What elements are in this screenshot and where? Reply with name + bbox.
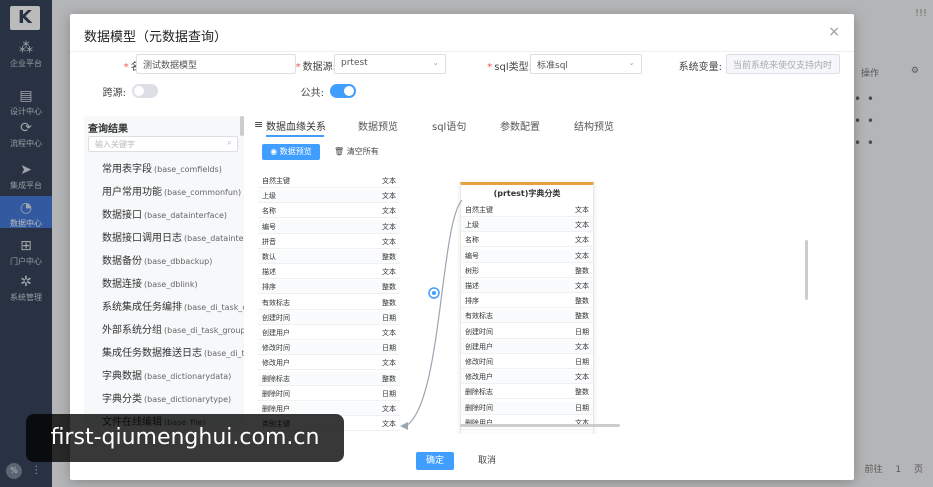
table-list-item[interactable]: 系统集成任务编排(base_di_task_ch	[102, 298, 244, 313]
watermark: first-qiumenghui.com.cn	[26, 414, 344, 462]
datasource-value: prtest	[341, 58, 368, 68]
lineage-edge	[405, 199, 463, 427]
table-list-item[interactable]: 集成任务数据推送日志(base_di_tas	[102, 344, 244, 359]
canvas-horizontal-scrollbar[interactable]	[460, 424, 620, 427]
edge-arrow	[400, 422, 408, 430]
datasource-label: * 数据源:	[295, 62, 336, 73]
clear-all-button[interactable]: 🗑 清空所有	[334, 144, 382, 160]
table-list-item[interactable]: 数据接口调用日志(base_datainterfa	[102, 229, 244, 244]
table-physical-name: (base_comfields)	[154, 165, 222, 174]
sqltype-value: 标准sql	[537, 61, 568, 71]
dialog-header: 数据模型（元数据查询）	[70, 14, 854, 52]
name-input[interactable]: 测试数据模型	[136, 54, 296, 74]
table-list-item[interactable]: 外部系统分组 (base_di_task_group)	[102, 321, 244, 336]
public-label: 公共:	[300, 88, 324, 99]
active-tab-indicator	[266, 135, 324, 137]
public-toggle[interactable]	[330, 84, 356, 98]
confirm-button[interactable]: 确定	[416, 452, 454, 470]
trash-icon: 🗑	[334, 147, 345, 156]
table-physical-name: (base_commonfun)	[164, 188, 242, 197]
tab-2[interactable]: sql语句	[432, 118, 466, 133]
dialog-title: 数据模型（元数据查询）	[84, 30, 228, 45]
query-result-title: 查询结果	[88, 124, 128, 135]
cross-source-toggle[interactable]	[132, 84, 158, 98]
sqltype-label: * sql类型:	[487, 62, 532, 73]
tab-4[interactable]: 结构预览	[574, 118, 614, 133]
table-physical-name: (base_dictionarytype)	[144, 395, 232, 404]
lineage-connector	[400, 199, 463, 430]
table-list-item[interactable]: 数据备份 (base_dbbackup)	[102, 252, 212, 267]
sysvar-input[interactable]: 当前系统来使仅支持内时	[726, 54, 840, 74]
table-list-item[interactable]: 常用表字段 (base_comfields)	[102, 160, 222, 175]
table-display-name: 系统集成任务编排	[102, 302, 182, 313]
sqltype-select[interactable]: 标准sql ⌄	[530, 54, 642, 74]
tab-0[interactable]: 数据血缘关系	[266, 118, 326, 133]
table-physical-name: (base_datainterface)	[144, 211, 228, 220]
data-model-dialog: 数据模型（元数据查询） × *名称: 测试数据模型 *数据源: prtest ⌄…	[70, 14, 854, 480]
table-physical-name: (base_di_tas	[204, 349, 244, 358]
sysvar-label: 系统变量:	[678, 62, 722, 73]
search-placeholder: 输入关键字	[95, 140, 135, 149]
table-display-name: 数据接口调用日志	[102, 233, 182, 244]
list-scrollbar[interactable]	[240, 116, 244, 136]
table-display-name: 用户常用功能	[102, 187, 162, 198]
table-physical-name: (base_datainterfa	[184, 234, 244, 243]
cross-source-label: 跨源:	[102, 88, 126, 99]
table-display-name: 数据连接	[102, 279, 142, 290]
table-list-item[interactable]: 数据接口 (base_datainterface)	[102, 206, 227, 221]
table-list-item[interactable]: 字典分类 (base_dictionarytype)	[102, 390, 231, 405]
menu-icon[interactable]: ≡	[254, 118, 263, 131]
table-display-name: 字典分类	[102, 394, 142, 405]
table-display-name: 数据备份	[102, 256, 142, 267]
table-display-name: 集成任务数据推送日志	[102, 348, 202, 359]
table-physical-name: (base_dictionarydata)	[144, 372, 232, 381]
table-list-item[interactable]: 字典数据 (base_dictionarydata)	[102, 367, 231, 382]
table-display-name: 数据接口	[102, 210, 142, 221]
table-display-name: 常用表字段	[102, 164, 152, 175]
search-icon: ⌕	[226, 138, 232, 148]
chevron-down-icon: ⌄	[432, 58, 439, 67]
table-physical-name: (base_di_task_group)	[164, 326, 244, 335]
table-search-input[interactable]: 输入关键字 ⌕	[88, 136, 238, 152]
close-icon[interactable]: ×	[828, 24, 840, 40]
table-display-name: 字典数据	[102, 371, 142, 382]
clear-all-label: 清空所有	[346, 147, 379, 156]
table-physical-name: (base_dbbackup)	[144, 257, 213, 266]
tab-1[interactable]: 数据预览	[358, 118, 398, 133]
table-display-name: 外部系统分组	[102, 325, 162, 336]
chevron-down-icon: ⌄	[628, 58, 635, 67]
table-list-item[interactable]: 用户常用功能 (base_commonfun)	[102, 183, 241, 198]
table-list-item[interactable]: 数据连接 (base_dblink)	[102, 275, 198, 290]
tab-3[interactable]: 参数配置	[500, 118, 540, 133]
datasource-select[interactable]: prtest ⌄	[334, 54, 446, 74]
data-preview-button[interactable]: ◉ 数据预览	[262, 144, 320, 160]
table-physical-name: (base_di_task_ch	[184, 303, 244, 312]
cancel-button[interactable]: 取消	[468, 452, 506, 470]
table-physical-name: (base_dblink)	[144, 280, 198, 289]
lineage-canvas[interactable]: 自然主键 文本 上级 文本 名称 文本 编号 文本 拼音 文本 数认 整数 描述 文本 排序 整数 有效标志 整数…	[250, 164, 804, 434]
canvas-vertical-scrollbar[interactable]	[805, 240, 808, 300]
query-result-panel: 查询结果 输入关键字 ⌕ 常用表字段 (base_comfields) 用户常用功能…	[84, 116, 244, 426]
